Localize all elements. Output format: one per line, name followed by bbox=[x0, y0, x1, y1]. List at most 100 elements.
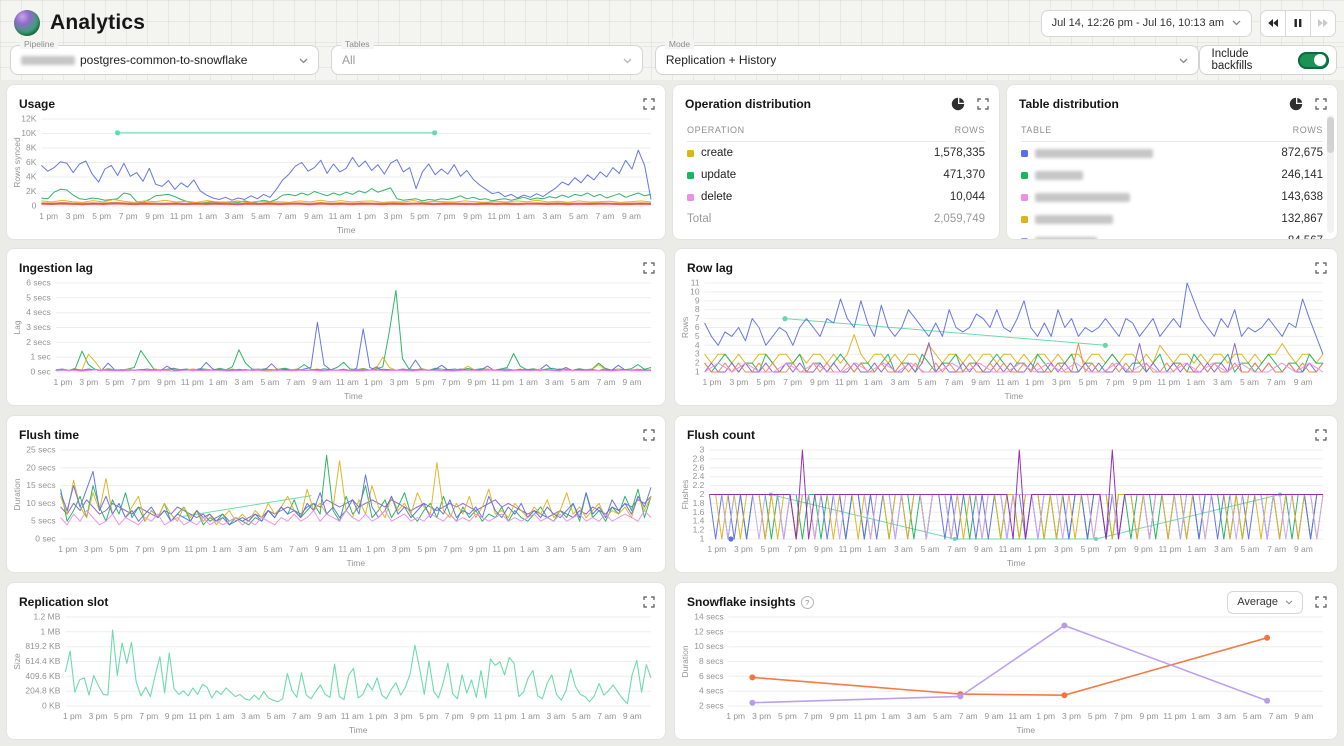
svg-text:20 secs: 20 secs bbox=[26, 462, 55, 472]
svg-text:5 pm: 5 pm bbox=[419, 711, 438, 721]
svg-text:5 am: 5 am bbox=[571, 377, 590, 387]
svg-text:7 pm: 7 pm bbox=[804, 711, 823, 721]
svg-text:1 pm: 1 pm bbox=[364, 377, 383, 387]
svg-text:0 sec: 0 sec bbox=[35, 534, 56, 544]
svg-text:2 secs: 2 secs bbox=[699, 701, 724, 711]
svg-text:7 am: 7 am bbox=[597, 377, 616, 387]
mode-select[interactable]: Mode Replication + History bbox=[655, 45, 1199, 75]
svg-text:409.6 KB: 409.6 KB bbox=[25, 671, 60, 681]
svg-text:3 pm: 3 pm bbox=[752, 711, 771, 721]
svg-text:11 pm: 11 pm bbox=[835, 377, 858, 387]
svg-text:3: 3 bbox=[700, 445, 705, 455]
svg-text:9 pm: 9 pm bbox=[814, 544, 833, 554]
svg-text:7 pm: 7 pm bbox=[1106, 377, 1125, 387]
svg-text:9 pm: 9 pm bbox=[810, 377, 829, 387]
svg-text:5 am: 5 am bbox=[260, 377, 279, 387]
svg-text:7 pm: 7 pm bbox=[1107, 544, 1126, 554]
svg-text:1 am: 1 am bbox=[198, 211, 217, 221]
svg-text:9 pm: 9 pm bbox=[463, 211, 482, 221]
svg-text:6K: 6K bbox=[26, 157, 37, 167]
pipeline-select[interactable]: Pipeline postgres-common-to-snowflake bbox=[10, 45, 319, 75]
pie-chart-toggle-button[interactable] bbox=[951, 97, 965, 111]
expand-button[interactable] bbox=[643, 596, 655, 608]
date-range-picker[interactable]: Jul 14, 12:26 pm - Jul 16, 10:13 am bbox=[1041, 10, 1252, 37]
svg-text:9 pm: 9 pm bbox=[145, 211, 164, 221]
chevron-down-icon bbox=[1285, 600, 1293, 605]
svg-text:11 pm: 11 pm bbox=[488, 211, 511, 221]
svg-text:8 secs: 8 secs bbox=[699, 656, 724, 666]
operation-row: update471,370 bbox=[687, 164, 985, 186]
redacted-table-name bbox=[1035, 149, 1153, 158]
svg-text:Time: Time bbox=[349, 725, 368, 735]
column-operation: OPERATION bbox=[687, 125, 745, 135]
svg-text:4 secs: 4 secs bbox=[26, 307, 51, 317]
svg-text:11 am: 11 am bbox=[999, 544, 1022, 554]
svg-text:0: 0 bbox=[32, 201, 37, 211]
svg-text:1 pm: 1 pm bbox=[357, 211, 376, 221]
svg-text:10K: 10K bbox=[21, 128, 36, 138]
expand-button[interactable] bbox=[643, 98, 655, 110]
card-title: Snowflake insights bbox=[687, 595, 796, 609]
svg-text:3 am: 3 am bbox=[235, 377, 254, 387]
fast-forward-button[interactable] bbox=[1310, 10, 1336, 37]
svg-text:5 pm: 5 pm bbox=[114, 711, 133, 721]
svg-text:11 pm: 11 pm bbox=[853, 711, 876, 721]
snowflake-plot: 2 secs4 secs6 secs8 secs10 secs12 secs14… bbox=[679, 609, 1329, 736]
svg-text:5 pm: 5 pm bbox=[105, 377, 124, 387]
svg-text:3 pm: 3 pm bbox=[1062, 711, 1081, 721]
total-value: 2,059,749 bbox=[934, 213, 985, 225]
svg-text:9 pm: 9 pm bbox=[157, 377, 176, 387]
pie-chart-toggle-button[interactable] bbox=[1289, 97, 1303, 111]
pause-icon bbox=[1293, 18, 1303, 28]
svg-text:1 am: 1 am bbox=[209, 377, 228, 387]
svg-text:7 am: 7 am bbox=[292, 711, 311, 721]
rewind-button[interactable] bbox=[1260, 10, 1286, 37]
expand-button[interactable] bbox=[643, 429, 655, 441]
expand-button[interactable] bbox=[1315, 429, 1327, 441]
expand-button[interactable] bbox=[977, 98, 989, 110]
pause-button[interactable] bbox=[1285, 10, 1311, 37]
svg-text:9 am: 9 am bbox=[312, 377, 331, 387]
expand-icon bbox=[1315, 98, 1327, 110]
operation-rows-value: 1,578,335 bbox=[934, 147, 985, 159]
expand-button[interactable] bbox=[1315, 262, 1327, 274]
expand-icon bbox=[643, 429, 655, 441]
redacted-table-name bbox=[1035, 215, 1113, 224]
svg-text:5 pm: 5 pm bbox=[1081, 544, 1100, 554]
svg-text:3 pm: 3 pm bbox=[1054, 544, 1073, 554]
scrollbar-thumb[interactable] bbox=[1327, 117, 1334, 153]
svg-text:3 am: 3 am bbox=[1217, 711, 1236, 721]
svg-text:3 pm: 3 pm bbox=[734, 544, 753, 554]
pipeline-value: postgres-common-to-snowflake bbox=[80, 53, 247, 67]
svg-text:11 am: 11 am bbox=[341, 711, 364, 721]
svg-text:2.4: 2.4 bbox=[693, 471, 705, 481]
svg-text:7 am: 7 am bbox=[289, 544, 308, 554]
series-swatch bbox=[687, 172, 694, 179]
help-icon[interactable]: ? bbox=[801, 596, 814, 609]
svg-text:1 am: 1 am bbox=[867, 544, 886, 554]
expand-button[interactable] bbox=[1315, 98, 1327, 110]
chevron-down-icon bbox=[1232, 20, 1241, 26]
svg-text:1 am: 1 am bbox=[516, 211, 535, 221]
svg-text:7 am: 7 am bbox=[944, 377, 963, 387]
flush-count-card: Flush count 11.21.41.61.822.22.42.62.831… bbox=[674, 415, 1338, 573]
svg-text:3 am: 3 am bbox=[1213, 377, 1232, 387]
svg-text:2.2: 2.2 bbox=[693, 480, 705, 490]
scrollbar[interactable] bbox=[1327, 115, 1334, 233]
series-swatch bbox=[687, 194, 694, 201]
svg-text:1.6: 1.6 bbox=[693, 507, 705, 517]
svg-text:1: 1 bbox=[695, 367, 700, 377]
svg-text:9 pm: 9 pm bbox=[467, 377, 486, 387]
table-distribution-rows: 872,675246,141143,638132,86784,56765,560… bbox=[1021, 142, 1323, 240]
tables-select[interactable]: Tables All bbox=[331, 45, 643, 75]
svg-text:1 pm: 1 pm bbox=[1027, 544, 1046, 554]
table-rows-value: 246,141 bbox=[1281, 169, 1323, 181]
svg-text:Rows synced: Rows synced bbox=[12, 137, 22, 188]
svg-text:1: 1 bbox=[700, 534, 705, 544]
svg-text:9 am: 9 am bbox=[1295, 711, 1314, 721]
ingestion-lag-chart: 0 sec1 sec2 secs3 secs4 secs5 secs6 secs… bbox=[11, 275, 657, 402]
expand-button[interactable] bbox=[643, 262, 655, 274]
expand-button[interactable] bbox=[1315, 596, 1327, 608]
include-backfills-toggle[interactable]: Include backfills bbox=[1199, 45, 1338, 75]
svg-text:3 am: 3 am bbox=[1214, 544, 1233, 554]
